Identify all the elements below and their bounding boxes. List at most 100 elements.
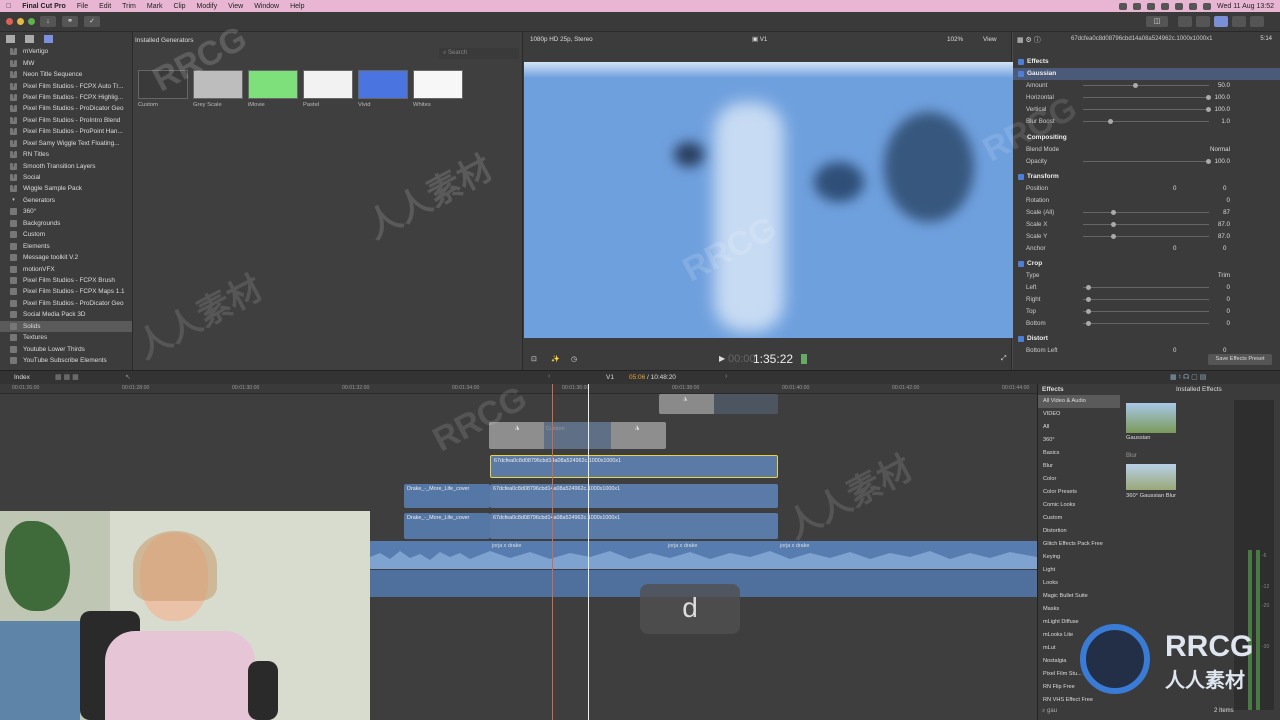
index-button[interactable]: Index <box>14 374 30 381</box>
zoom-select[interactable]: 102% <box>947 36 963 43</box>
effects-category[interactable]: Color Presets <box>1038 486 1120 499</box>
library-item[interactable]: motionVFX <box>0 263 132 274</box>
slider-knob[interactable] <box>1108 119 1114 124</box>
fullscreen-icon[interactable]: ⤢ <box>1001 355 1007 363</box>
enable-checkbox[interactable] <box>1018 261 1024 267</box>
library-item[interactable]: T Pixel Film Studios - ProIntro Blend <box>0 115 132 126</box>
menu-file[interactable]: File <box>77 3 88 10</box>
menu-window[interactable]: Window <box>254 3 279 10</box>
library-item[interactable]: Backgrounds <box>0 218 132 229</box>
library-item[interactable]: T Smooth Transition Layers <box>0 160 132 171</box>
import-icon[interactable]: ↓ <box>40 16 56 27</box>
menu-modify[interactable]: Modify <box>197 3 218 10</box>
status-icon[interactable] <box>1119 2 1128 10</box>
timeline-role[interactable]: V1 <box>606 374 614 381</box>
browser-title[interactable]: Installed Generators <box>135 37 194 44</box>
effects-category[interactable]: Custom <box>1038 512 1120 525</box>
effects-search[interactable]: ⌕ gau <box>1042 708 1057 715</box>
param-value[interactable]: 0 <box>1227 320 1230 327</box>
apple-icon[interactable]:  <box>6 3 11 10</box>
param-x-value[interactable]: 0 <box>1173 245 1176 252</box>
image-clip[interactable]: 67dcfea0c8d08796cbd14a08a524962c.1000x10… <box>490 484 778 508</box>
param-slider[interactable] <box>1083 109 1209 110</box>
timeline-ruler[interactable]: 00:01:26:00 00:01:28:00 00:01:30:00 00:01:3… <box>0 384 1037 394</box>
param-value[interactable]: 87.0 <box>1218 221 1230 228</box>
libraries-tab-icon[interactable] <box>6 35 15 43</box>
library-item[interactable]: T Pixel Film Studios - ProPoint Han... <box>0 126 132 137</box>
search-icon[interactable] <box>1203 2 1212 10</box>
library-item[interactable]: Youtube Lower Thirds <box>0 343 132 354</box>
inspector-section-gaussian[interactable]: Gaussian <box>1013 68 1280 80</box>
layout-icon[interactable] <box>1196 16 1210 27</box>
library-item[interactable]: Social Media Pack 3D <box>0 309 132 320</box>
library-item[interactable]: Message toolkit V.2 <box>0 252 132 263</box>
inspector-section-compositing[interactable]: Compositing <box>1013 132 1280 144</box>
effects-category[interactable]: Looks <box>1038 577 1120 590</box>
effects-category[interactable]: Distortion <box>1038 525 1120 538</box>
param-slider[interactable] <box>1083 212 1209 213</box>
param-value[interactable]: 0 <box>1227 197 1230 204</box>
inspector-tabs[interactable]: ▦ ⚙ ⓘ <box>1017 35 1041 45</box>
param-slider[interactable] <box>1083 121 1209 122</box>
param-value[interactable]: 1.0 <box>1221 118 1230 125</box>
prev-icon[interactable]: ‹ <box>548 373 550 380</box>
library-item[interactable]: T Pixel Film Studios - FCPX Auto Tr... <box>0 80 132 91</box>
library-item[interactable]: T MW <box>0 57 132 68</box>
inspector-section-effects_label[interactable]: Effects <box>1013 56 1280 68</box>
slider-knob[interactable] <box>1085 309 1091 314</box>
slider-knob[interactable] <box>1085 297 1091 302</box>
effects-category[interactable]: 360° <box>1038 434 1120 447</box>
generator-thumb[interactable] <box>358 70 408 99</box>
360-gaussian-thumb[interactable] <box>1126 464 1176 490</box>
menu-help[interactable]: Help <box>290 3 304 10</box>
param-value[interactable]: 0 <box>1227 308 1230 315</box>
library-item[interactable]: T RN Titles <box>0 149 132 160</box>
playhead[interactable] <box>588 384 589 720</box>
drake-clip[interactable]: Drake_-_More_Life_cover <box>404 484 490 508</box>
next-icon[interactable]: › <box>725 373 727 380</box>
param-slider[interactable] <box>1083 224 1209 225</box>
layout-icon[interactable] <box>1214 16 1228 27</box>
param-value[interactable]: 50.0 <box>1218 82 1230 89</box>
minimize-icon[interactable] <box>17 18 24 25</box>
enhance-icon[interactable]: ✨ <box>551 355 560 363</box>
save-effects-preset-button[interactable]: Save Effects Preset <box>1208 354 1272 365</box>
menu-view[interactable]: View <box>228 3 243 10</box>
effects-category[interactable]: All Video & Audio <box>1038 395 1120 408</box>
enable-checkbox[interactable] <box>1018 59 1024 65</box>
library-item[interactable]: 360° <box>0 206 132 217</box>
param-slider[interactable] <box>1083 97 1209 98</box>
menu-edit[interactable]: Edit <box>99 3 111 10</box>
param-value[interactable]: 87 <box>1223 209 1230 216</box>
share-icon[interactable]: ◫ <box>1146 16 1168 27</box>
param-slider[interactable] <box>1083 323 1209 324</box>
param-value[interactable]: 100.0 <box>1215 158 1230 165</box>
play-icon[interactable]: ▶ <box>719 354 725 363</box>
effects-category[interactable]: Comic Looks <box>1038 499 1120 512</box>
slider-knob[interactable] <box>1110 210 1116 215</box>
photos-tab-icon[interactable] <box>25 35 34 43</box>
zoom-icon[interactable] <box>28 18 35 25</box>
library-item[interactable]: Pixel Film Studios - FCPX Maps 1.1 <box>0 286 132 297</box>
param-y-value[interactable]: 0 <box>1223 245 1226 252</box>
library-item[interactable]: T Pixel Samy Wiggle Text Floating... <box>0 138 132 149</box>
effects-category[interactable]: RN VHS Effect Free <box>1038 694 1120 707</box>
wifi-icon[interactable] <box>1161 2 1170 10</box>
slider-knob[interactable] <box>1110 234 1116 239</box>
param-y-value[interactable]: 0 <box>1223 185 1226 192</box>
select-tool-icon[interactable]: ↖ <box>125 373 131 381</box>
menu-trim[interactable]: Trim <box>122 3 136 10</box>
slider-knob[interactable] <box>1085 285 1091 290</box>
library-item[interactable]: TmVertigo <box>0 46 132 57</box>
param-value[interactable]: 0 <box>1227 296 1230 303</box>
param-x-value[interactable]: 0 <box>1173 347 1176 354</box>
titles-tab-icon[interactable] <box>44 35 53 43</box>
search-input[interactable]: ⌕ Search <box>439 48 519 59</box>
library-item[interactable]: Textures <box>0 332 132 343</box>
library-item[interactable]: Pixel Film Studios - FCPX Brush <box>0 275 132 286</box>
slider-knob[interactable] <box>1085 321 1091 326</box>
param-value[interactable]: 100.0 <box>1215 106 1230 113</box>
slider-knob[interactable] <box>1133 83 1139 88</box>
effects-category[interactable]: Light <box>1038 564 1120 577</box>
timecode[interactable]: 1:35:22 <box>753 352 793 366</box>
